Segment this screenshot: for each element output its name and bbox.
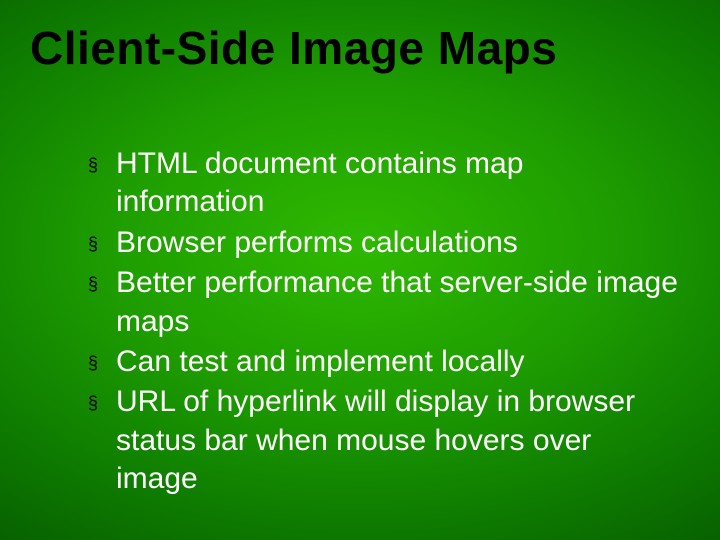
- bullet-text: Can test and implement locally: [116, 343, 680, 381]
- bullet-text: Better performance that server-side imag…: [116, 264, 680, 341]
- list-item: § Better performance that server-side im…: [88, 264, 680, 341]
- bullet-text: URL of hyperlink will display in browser…: [116, 383, 680, 498]
- bullet-icon: §: [88, 352, 116, 375]
- bullet-text: Browser performs calculations: [116, 224, 680, 262]
- list-item: § URL of hyperlink will display in brows…: [88, 383, 680, 498]
- bullet-icon: §: [88, 154, 116, 177]
- list-item: § Browser performs calculations: [88, 224, 680, 262]
- list-item: § HTML document contains map information: [88, 145, 680, 222]
- list-item: § Can test and implement locally: [88, 343, 680, 381]
- slide-body: § HTML document contains map information…: [88, 145, 680, 540]
- slide-title: Client-Side Image Maps: [30, 24, 690, 72]
- bullet-icon: §: [88, 233, 116, 256]
- bullet-text: HTML document contains map information: [116, 145, 680, 222]
- slide: Client-Side Image Maps § HTML document c…: [0, 0, 720, 540]
- bullet-icon: §: [88, 392, 116, 415]
- bullet-icon: §: [88, 273, 116, 296]
